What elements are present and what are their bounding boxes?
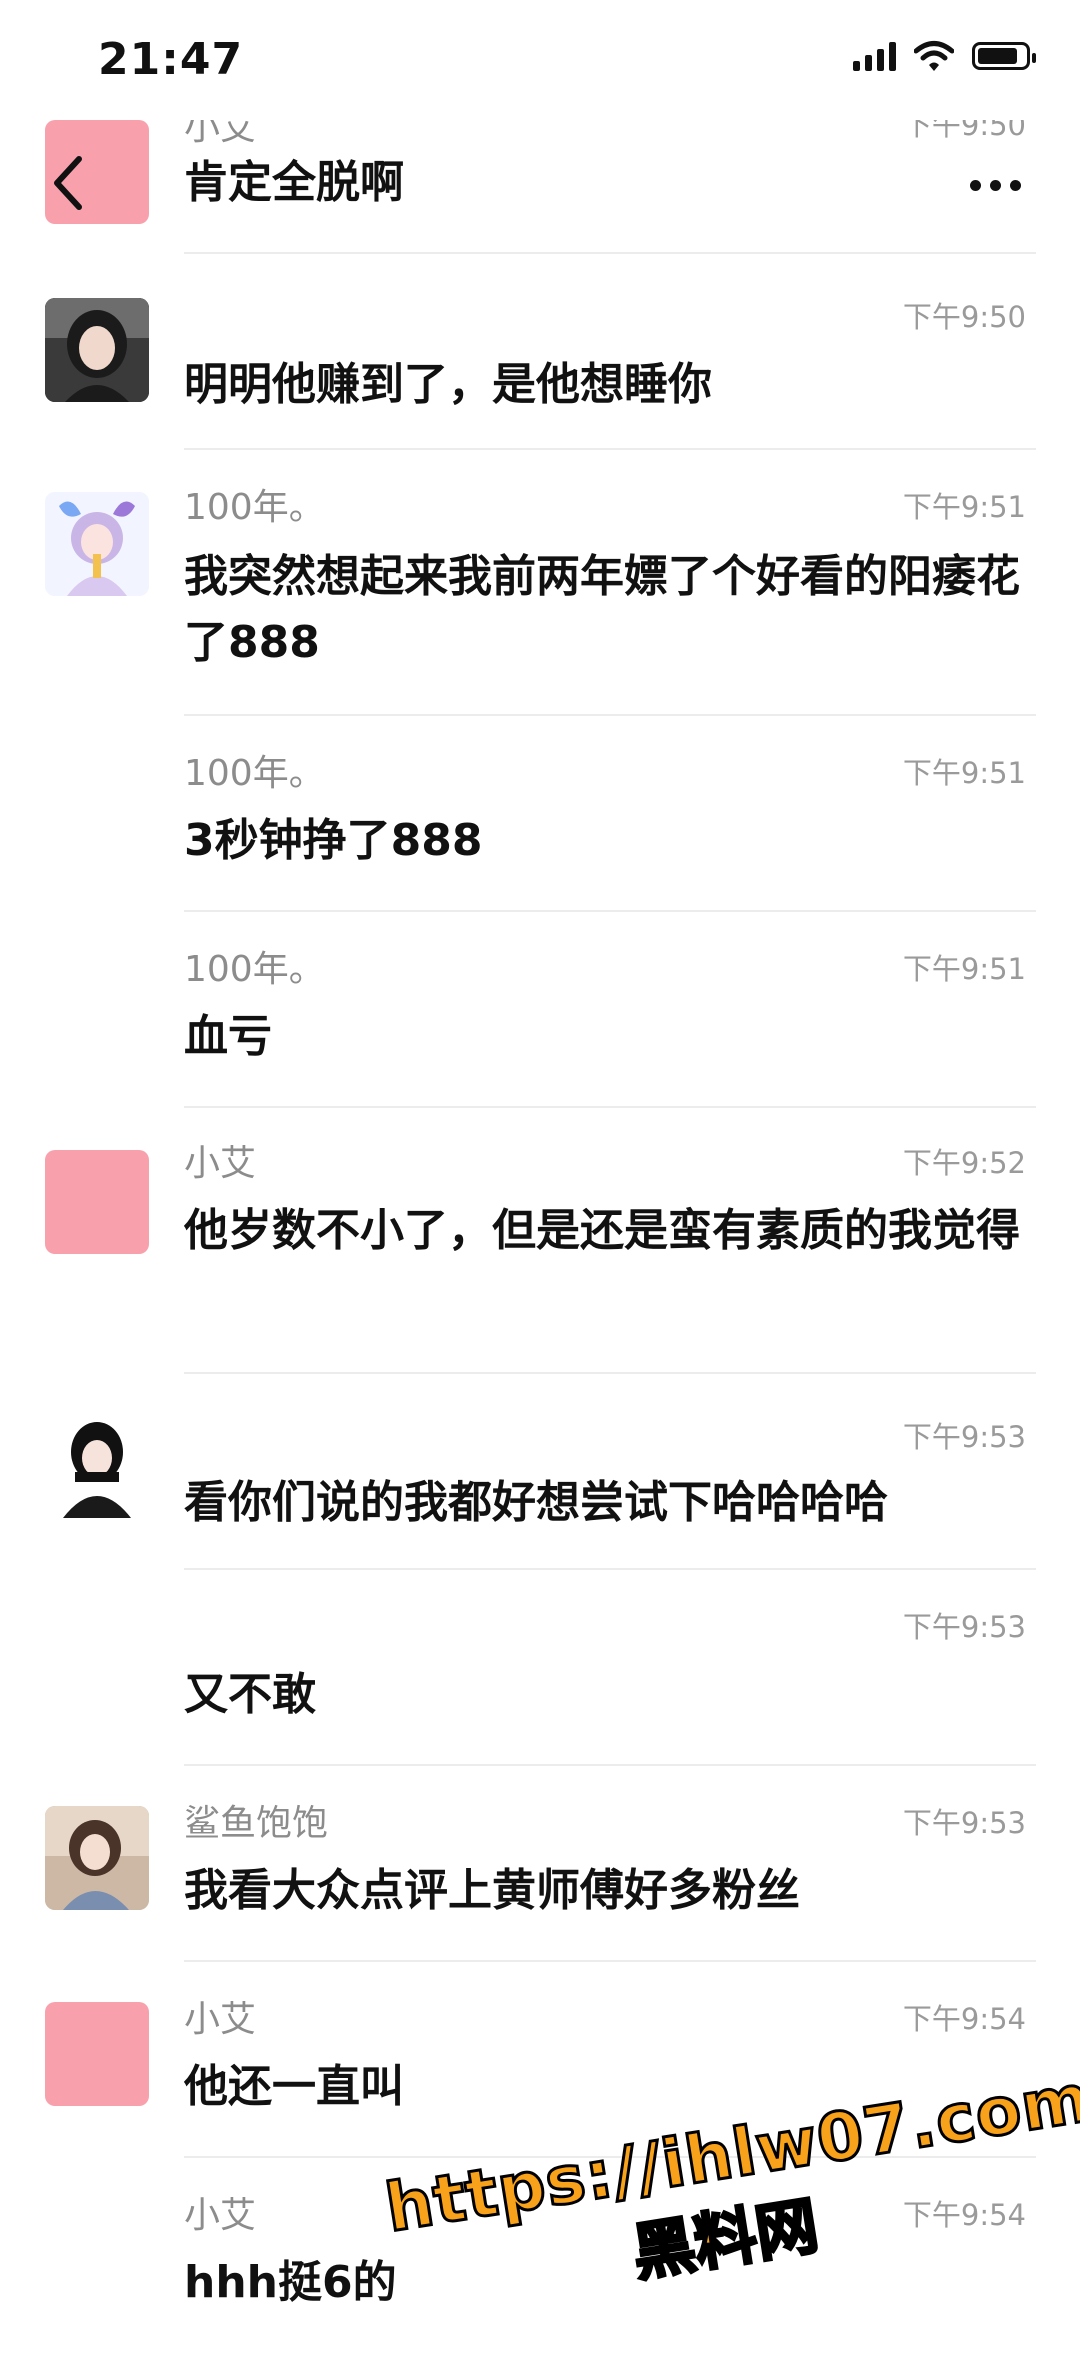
message-text: 他还一直叫 [184, 2061, 404, 2112]
dot-icon [1009, 179, 1021, 191]
message-time: 下午9:54 [902, 2002, 1026, 2036]
avatar[interactable] [45, 2002, 149, 2106]
chevron-left-icon [54, 156, 82, 210]
message-text: 我看大众点评上黄师傅好多粉丝 [184, 1865, 800, 1916]
message-item[interactable]: 小艾 下午9:54 他还一直叫 [0, 1962, 1080, 2158]
more-options-button[interactable] [960, 160, 1030, 210]
message-text: 看你们说的我都好想尝试下哈哈哈哈 [184, 1477, 888, 1528]
avatar[interactable] [45, 492, 149, 596]
message-text: hhh挺6的 [184, 2257, 397, 2308]
message-time: 下午9:54 [902, 2198, 1026, 2232]
message-item[interactable]: 下午9:53 又不敢 [0, 1570, 1080, 1766]
woman-photo-avatar-icon [45, 298, 149, 402]
message-item[interactable]: 100年。 下午9:51 3秒钟挣了888 [0, 716, 1080, 912]
message-time: 下午9:53 [902, 1420, 1026, 1454]
message-time: 下午9:50 [902, 300, 1026, 334]
butterfly-girl-avatar-icon [45, 492, 149, 596]
girl-photo-avatar-icon [45, 1806, 149, 1910]
message-text: 3秒钟挣了888 [184, 815, 483, 866]
message-time: 下午9:53 [902, 1610, 1026, 1644]
message-item[interactable]: 小艾 下午9:52 他岁数不小了，但是还是蛮有素质的我觉得 [0, 1108, 1080, 1374]
avatar[interactable] [45, 1150, 149, 1254]
sender-name: 鲨鱼饱饱 [184, 1803, 329, 1844]
message-time: 下午9:51 [902, 756, 1026, 790]
chat-nav-bar [0, 120, 1080, 240]
status-time: 21:47 [98, 34, 244, 85]
dot-icon [969, 179, 981, 191]
message-text: 又不敢 [184, 1669, 316, 1720]
status-bar: 21:47 [0, 0, 1080, 120]
message-item[interactable]: 100年。 下午9:51 我突然想起来我前两年嫖了个好看的阳痿花了888 [0, 450, 1080, 716]
message-time: 下午9:51 [902, 952, 1026, 986]
wifi-icon [914, 41, 954, 71]
sender-name: 100年。 [184, 949, 325, 990]
message-text: 血亏 [184, 1011, 272, 1062]
sender-name: 小艾 [184, 2195, 257, 2236]
avatar[interactable] [45, 1414, 149, 1518]
avatar[interactable] [45, 1806, 149, 1910]
status-icons [853, 40, 1036, 72]
message-text: 他岁数不小了，但是还是蛮有素质的我觉得 [184, 1205, 1020, 1256]
message-item[interactable]: 100年。 下午9:51 血亏 [0, 912, 1080, 1108]
message-time: 下午9:53 [902, 1806, 1026, 1840]
sender-name: 小艾 [184, 1999, 257, 2040]
message-time: 下午9:52 [902, 1146, 1026, 1180]
message-text: 明明他赚到了，是他想睡你 [184, 359, 712, 410]
message-item[interactable]: 鲨鱼饱饱 下午9:53 我看大众点评上黄师傅好多粉丝 [0, 1766, 1080, 1962]
black-hair-girl-avatar-icon [45, 1414, 149, 1518]
sender-name: 100年。 [184, 753, 325, 794]
message-text: 我突然想起来我前两年嫖了个好看的阳痿花了888 [184, 551, 1020, 668]
back-button[interactable] [38, 148, 98, 218]
message-item[interactable]: 小艾 下午9:54 hhh挺6的 [0, 2158, 1080, 2339]
dot-icon [989, 179, 1001, 191]
battery-icon [972, 42, 1036, 70]
sender-name: 100年。 [184, 487, 325, 528]
avatar[interactable] [45, 298, 149, 402]
sender-name: 小艾 [184, 1143, 257, 1184]
message-item[interactable]: 下午9:53 看你们说的我都好想尝试下哈哈哈哈 [0, 1374, 1080, 1570]
message-time: 下午9:51 [902, 490, 1026, 524]
message-item[interactable]: 下午9:50 明明他赚到了，是他想睡你 [0, 254, 1080, 450]
cellular-signal-icon [853, 41, 896, 71]
